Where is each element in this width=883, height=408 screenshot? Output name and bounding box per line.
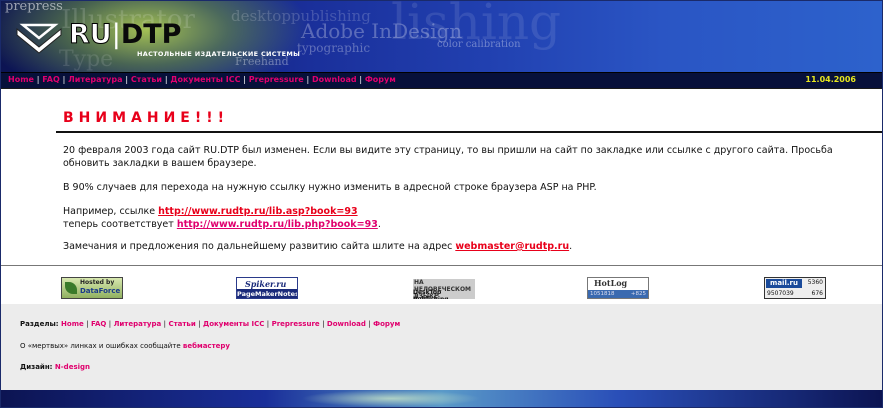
badge-text: PageMakerNotes bbox=[237, 289, 298, 298]
spiker-badge[interactable]: Spiker.ru PageMakerNotes bbox=[236, 277, 298, 299]
bottom-strip bbox=[1, 390, 882, 407]
main-content: ВНИМАНИЕ!!! 20 февраля 2003 года сайт RU… bbox=[1, 89, 882, 265]
nav-separator: | bbox=[266, 320, 270, 328]
counter-strip: 1051818 +825 bbox=[588, 290, 648, 298]
desktop-publishing-badge[interactable]: НА ЧЕЛОВЕЧЕСКОМ ЯЗЫКЕ DeskTop Publishing bbox=[411, 277, 475, 299]
banner-decor-text: color calibration bbox=[437, 39, 521, 50]
heading-divider bbox=[56, 131, 882, 133]
footer-link-download[interactable]: Download bbox=[327, 320, 366, 328]
badge-text: Hosted by bbox=[80, 279, 115, 286]
mailru-logo: mail.ru bbox=[766, 279, 802, 288]
top-nav: Home | FAQ | Литература | Статьи | Докум… bbox=[8, 75, 396, 84]
new-link[interactable]: http://www.rudtp.ru/lib.php?book=93 bbox=[177, 219, 378, 230]
notice-paragraph: 20 февраля 2003 года сайт RU.DTP был изм… bbox=[63, 145, 833, 169]
bottom-glow bbox=[301, 390, 481, 407]
banner-decor-text: Type bbox=[59, 47, 114, 72]
broken-links-text: О «мертвых» линках и ошибках сообщайте bbox=[20, 342, 183, 350]
badge-text: DeskTop Publishing bbox=[413, 289, 449, 299]
top-nav-bar: Home | FAQ | Литература | Статьи | Докум… bbox=[1, 72, 882, 90]
nav-separator: | bbox=[108, 320, 112, 328]
nav-separator: | bbox=[322, 320, 325, 328]
nav-download[interactable]: Download bbox=[312, 75, 357, 84]
footer-link-icc-docs[interactable]: Документы ICC bbox=[203, 320, 264, 328]
header-banner: Illustrator Type prepress lishing deskto… bbox=[1, 1, 882, 72]
sections-label: Разделы: bbox=[20, 320, 59, 328]
footer-sections: Разделы: Home | FAQ | Литература | Стать… bbox=[20, 320, 400, 328]
nav-separator: | bbox=[86, 320, 89, 328]
nav-separator: | bbox=[243, 75, 246, 84]
nav-separator: | bbox=[198, 320, 201, 328]
design-label: Дизайн: bbox=[20, 363, 53, 371]
example-text: теперь соответствует bbox=[63, 219, 177, 230]
logo-separator: | bbox=[111, 19, 121, 50]
nav-separator: | bbox=[164, 75, 168, 84]
site-subtitle: НАСТОЛЬНЫЕ ИЗДАТЕЛЬСКИЕ СИСТЕМЫ bbox=[137, 50, 301, 58]
current-date: 11.04.2006 bbox=[805, 75, 856, 84]
nav-icc-docs[interactable]: Документы ICC bbox=[170, 75, 240, 84]
hotlog-counter[interactable]: HotLog 1051818 +825 bbox=[587, 277, 649, 299]
nav-home[interactable]: Home bbox=[8, 75, 34, 84]
warning-heading: ВНИМАНИЕ!!! bbox=[63, 110, 230, 126]
footer-link-prepressure[interactable]: Prepressure bbox=[272, 320, 320, 328]
footer-link-articles[interactable]: Статьи bbox=[168, 320, 195, 328]
footer-link-literature[interactable]: Литература bbox=[114, 320, 162, 328]
nav-separator: | bbox=[359, 75, 363, 84]
old-link[interactable]: http://www.rudtp.ru/lib.asp?book=93 bbox=[158, 206, 357, 217]
nav-separator: | bbox=[36, 75, 40, 84]
badge-text: Spiker.ru bbox=[245, 279, 287, 289]
counter-value: 676 bbox=[811, 290, 823, 297]
mailru-counter[interactable]: mail.ru 5360 9507039 676 bbox=[764, 277, 826, 299]
banner-decor-text: prepress bbox=[5, 1, 63, 14]
logo-dtp: DTP bbox=[120, 19, 182, 50]
logo-ru: RU bbox=[69, 19, 113, 51]
banner-decor-text: typographic bbox=[297, 41, 371, 55]
dataforce-badge[interactable]: Hosted by DataForce bbox=[61, 277, 123, 299]
footer-links: Home | FAQ | Литература | Статьи | Докум… bbox=[61, 320, 400, 328]
nav-faq[interactable]: FAQ bbox=[42, 75, 60, 84]
nav-separator: | bbox=[62, 75, 66, 84]
asp-php-paragraph: В 90% случаев для перехода на нужную ссы… bbox=[63, 182, 597, 193]
design-credit-link[interactable]: N-design bbox=[55, 363, 90, 371]
example-text: Например, ссылке bbox=[63, 206, 159, 217]
nav-separator: | bbox=[306, 75, 310, 84]
nav-forum[interactable]: Форум bbox=[365, 75, 396, 84]
footer-link-forum[interactable]: Форум bbox=[373, 320, 400, 328]
leaf-icon bbox=[65, 282, 77, 294]
footer-broken-links: О «мертвых» линках и ошибках сообщайте в… bbox=[20, 342, 230, 350]
webmaster-email-link[interactable]: webmaster@rudtp.ru bbox=[455, 241, 569, 252]
nav-separator: | bbox=[125, 75, 129, 84]
webmaster-link[interactable]: вебмастеру bbox=[183, 342, 230, 350]
counter-value: 1051818 bbox=[590, 291, 615, 297]
feedback-text: Замечания и предложения по дальнейшему р… bbox=[63, 241, 456, 252]
feedback-paragraph: Замечания и предложения по дальнейшему р… bbox=[63, 240, 572, 253]
page-frame: Illustrator Type prepress lishing deskto… bbox=[0, 0, 883, 408]
period: . bbox=[569, 241, 573, 252]
footer-link-home[interactable]: Home bbox=[61, 320, 84, 328]
logo-chevron-icon bbox=[16, 23, 62, 54]
nav-prepressure[interactable]: Prepressure bbox=[249, 75, 304, 84]
footer-design: Дизайн: N-design bbox=[20, 363, 90, 371]
badge-text: HotLog bbox=[594, 278, 628, 288]
nav-separator: | bbox=[368, 320, 371, 328]
nav-separator: | bbox=[163, 320, 166, 328]
footer: Разделы: Home | FAQ | Литература | Стать… bbox=[1, 304, 882, 390]
nav-literature[interactable]: Литература bbox=[68, 75, 122, 84]
counter-value: 5360 bbox=[807, 279, 823, 286]
badges-row: Hosted by DataForce Spiker.ru PageMakerN… bbox=[1, 265, 882, 305]
nav-articles[interactable]: Статьи bbox=[131, 75, 162, 84]
example-paragraph: Например, ссылке http://www.rudtp.ru/lib… bbox=[63, 205, 381, 231]
counter-value: +825 bbox=[630, 291, 646, 297]
period: . bbox=[377, 219, 381, 230]
site-logo[interactable]: RU|DTP bbox=[69, 19, 182, 51]
footer-link-faq[interactable]: FAQ bbox=[91, 320, 106, 328]
counter-value: 9507039 bbox=[767, 290, 794, 297]
badge-text: DataForce bbox=[80, 287, 121, 295]
